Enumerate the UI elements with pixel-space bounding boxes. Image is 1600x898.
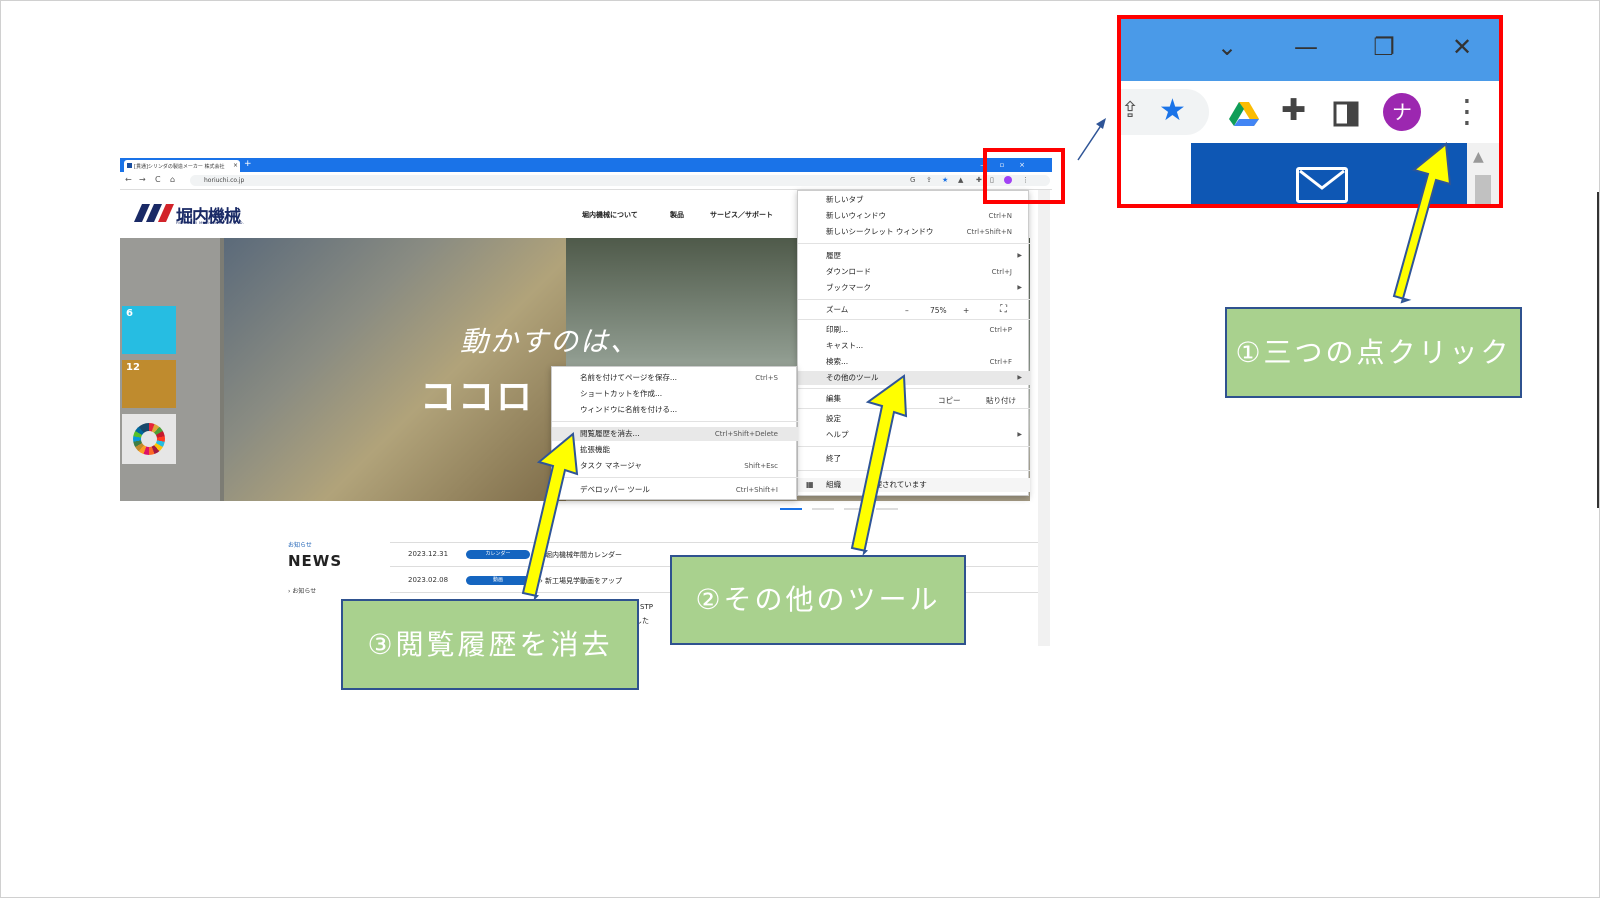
annotation-arrows xyxy=(521,118,1452,602)
arrow-to-menu-dots xyxy=(1392,142,1452,304)
callout-step1: ①三つの点クリック xyxy=(1225,307,1522,398)
callout-step2: ②その他のツール xyxy=(670,555,966,645)
slide-edge-line xyxy=(1597,192,1599,508)
pointer-arrowhead xyxy=(1096,118,1106,129)
pointer-line-to-zoom xyxy=(1077,123,1103,161)
arrow-to-clear-history xyxy=(521,432,579,602)
callout-step3: ③閲覧履歴を消去 xyxy=(341,599,639,690)
arrow-to-more-tools xyxy=(850,374,908,557)
